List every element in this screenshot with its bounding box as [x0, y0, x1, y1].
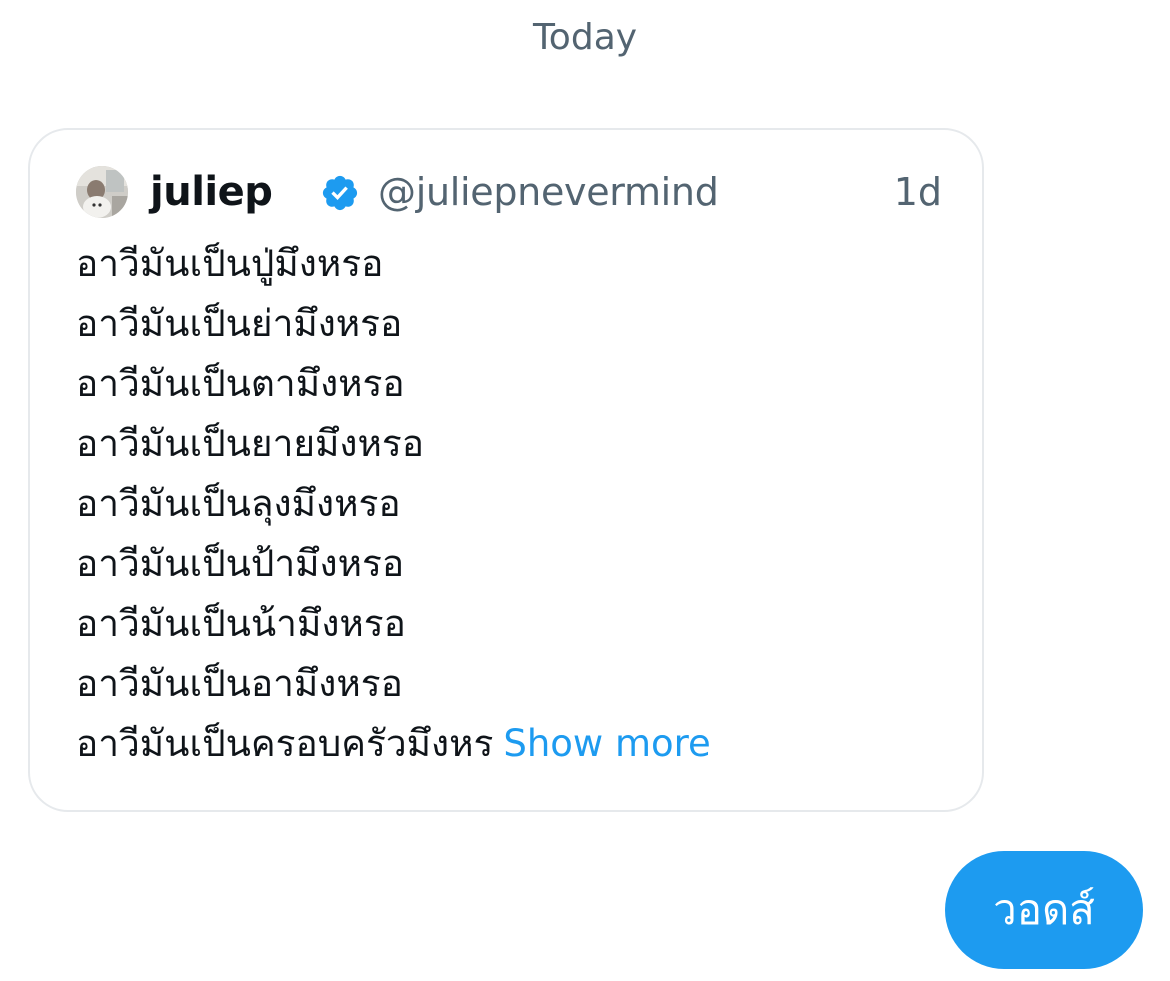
tweet-text-line: อาวีมันเป็นตามึงหรอ — [76, 362, 405, 405]
tweet-text-line: อาวีมันเป็นยายมึงหรอ — [76, 422, 424, 465]
verified-badge-icon — [322, 175, 358, 211]
tweet-text-line: อาวีมันเป็นน้ามึงหรอ — [76, 602, 406, 645]
tweet-timestamp: 1d — [893, 170, 942, 214]
tweet-text-last-line: อาวีมันเป็นครอบครัวมึงหร Show more — [76, 714, 956, 774]
tweet-text-line: อาวีมันเป็นป้ามึงหรอ — [76, 542, 405, 585]
tweet-text-line: อาวีมันเป็นปู่มึงหรอ — [76, 242, 384, 285]
tweet-text-line: อาวีมันเป็นลุงมึงหรอ — [76, 482, 401, 525]
show-more-link[interactable]: Show more — [503, 722, 710, 765]
author-handle[interactable]: @juliepnevermind — [378, 162, 719, 222]
avatar[interactable] — [76, 166, 128, 218]
shared-tweet-card[interactable]: juliep @juliepnevermind 1d อาวีมันเป็นปู… — [28, 128, 984, 812]
dm-conversation: Today juliep @juliepnevermind 1d อาวีมัน… — [0, 0, 1170, 981]
avatar-photo — [76, 166, 128, 218]
sent-message-text: วอดส์ — [993, 885, 1095, 934]
tweet-text-truncated: อาวีมันเป็นครอบครัวมึงหร — [76, 722, 494, 765]
tweet-text-line: อาวีมันเป็นย่ามึงหรอ — [76, 302, 403, 345]
tweet-header: juliep @juliepnevermind 1d — [76, 162, 942, 222]
sent-message-bubble[interactable]: วอดส์ — [945, 851, 1143, 969]
tweet-text: อาวีมันเป็นปู่มึงหรอ อาวีมันเป็นย่ามึงหร… — [76, 234, 956, 774]
author-name[interactable]: juliep — [150, 162, 273, 222]
tweet-text-line: อาวีมันเป็นอามึงหรอ — [76, 662, 403, 705]
date-divider: Today — [532, 17, 638, 58]
